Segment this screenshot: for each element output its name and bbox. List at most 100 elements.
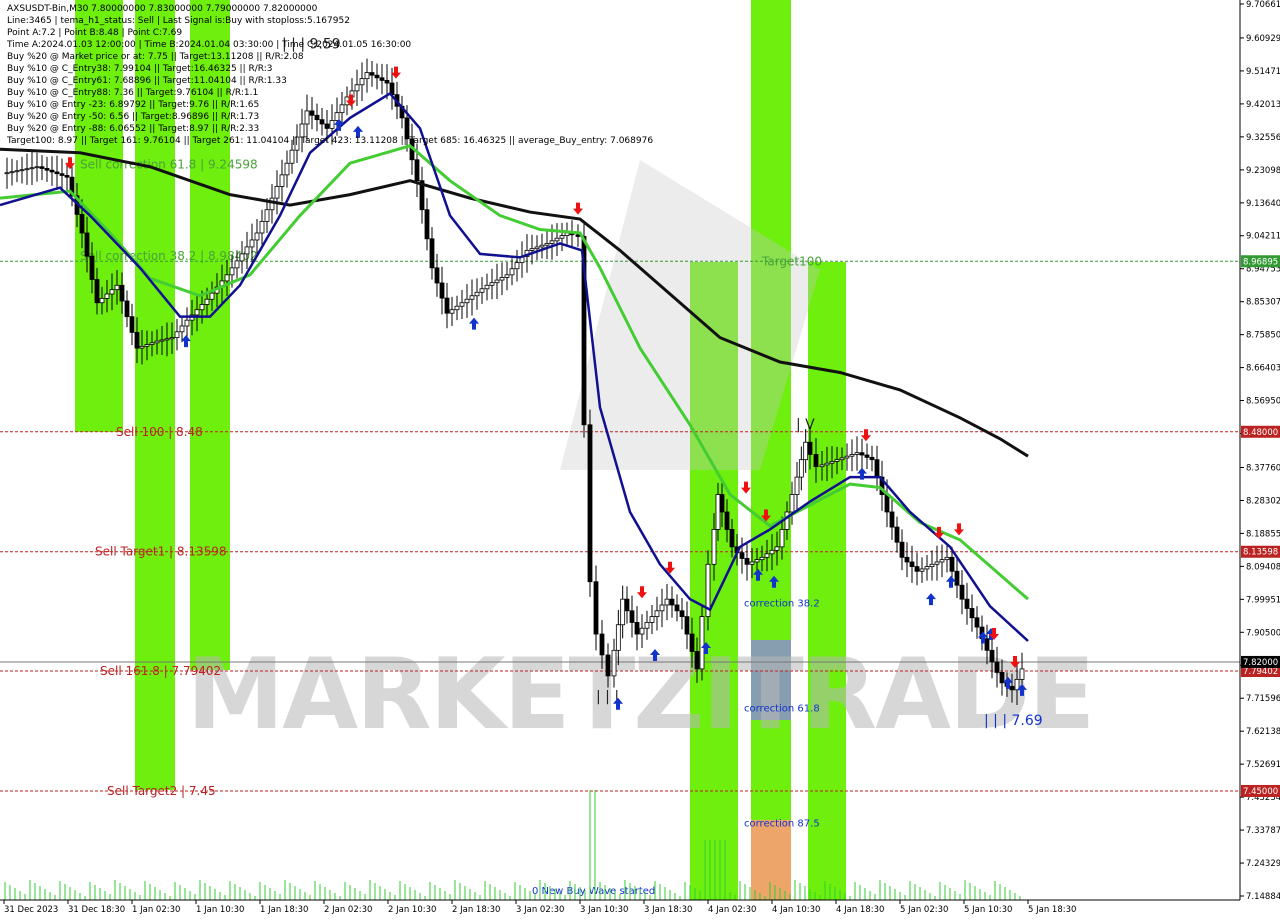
wave-label: | | | 7.69 <box>984 713 1043 729</box>
candle-body <box>439 282 445 299</box>
time-tick-label: 3 Jan 18:30 <box>644 905 692 915</box>
candle-body <box>174 331 180 339</box>
candle-body <box>489 282 495 286</box>
candle-body <box>319 119 325 125</box>
candle-body <box>839 457 845 461</box>
price-tick-label: 7.62138 <box>1246 727 1280 737</box>
candle-body <box>807 441 813 455</box>
level-label: Sell Target2 | 7.45 <box>107 784 216 798</box>
time-tick-label: 4 Jan 10:30 <box>772 905 820 915</box>
level-label: Target100 <box>761 254 822 268</box>
candle-body <box>634 622 640 635</box>
level-badge-label: 8.13598 <box>1243 548 1278 558</box>
candle-body <box>829 461 835 464</box>
candle-body <box>14 170 20 173</box>
level-label: Sell correction 38.2 | 8.98402 <box>80 249 258 263</box>
candle-body <box>259 220 265 234</box>
price-tick-label: 7.71596 <box>1246 694 1280 704</box>
candle-body <box>974 617 980 628</box>
candle-body <box>329 120 335 129</box>
watermark-text: MARKETZITRADE <box>187 638 1094 752</box>
candle-body <box>819 464 825 468</box>
price-tick-label: 9.04211 <box>1246 232 1280 242</box>
candle-body <box>444 297 450 314</box>
price-tick-label: 9.23098 <box>1246 166 1280 176</box>
candle-body <box>689 633 695 652</box>
info-line: Buy %10 @ C_Entry61: 7.68896 || Target:1… <box>7 76 287 86</box>
price-tick-label: 7.24329 <box>1246 859 1280 869</box>
candle-body <box>274 186 280 199</box>
time-tick-label: 31 Dec 18:30 <box>68 905 125 915</box>
candle-body <box>134 331 140 349</box>
candle-body <box>484 284 490 290</box>
candle-body <box>854 452 860 455</box>
candle-body <box>587 424 593 583</box>
signal-zone <box>808 262 846 900</box>
candle-body <box>54 171 60 175</box>
candle-body <box>59 173 65 176</box>
candle-body <box>1009 685 1015 691</box>
candle-body <box>784 511 790 530</box>
candle-body <box>664 598 670 606</box>
candle-body <box>474 291 480 297</box>
price-tick-label: 8.37760 <box>1246 463 1280 473</box>
candle-body <box>615 624 621 651</box>
candle-body <box>334 112 340 121</box>
candle-body <box>934 561 940 565</box>
candle-body <box>119 284 125 302</box>
candle-body <box>539 244 545 248</box>
candle-body <box>424 209 430 240</box>
candle-body <box>844 455 850 459</box>
chart-window[interactable]: MARKETZITRADE Sell correction 61.8 | 9.24… <box>0 0 1280 920</box>
candle-body <box>499 277 505 281</box>
info-line: Buy %20 @ Market price or at: 7.75 || Ta… <box>7 52 304 62</box>
candle-body <box>599 633 605 656</box>
price-tick-label: 7.99951 <box>1246 595 1280 605</box>
candle-body <box>909 561 915 568</box>
candle-body <box>624 598 630 612</box>
candle-body <box>289 149 295 164</box>
candle-body <box>4 172 10 175</box>
candle-body <box>699 616 705 670</box>
candle-body <box>894 526 900 543</box>
candle-body <box>494 279 500 284</box>
level-badge-label: 7.79402 <box>1243 667 1278 677</box>
candle-body <box>364 72 370 80</box>
candle-body <box>104 293 110 299</box>
info-line: Buy %20 @ Entry -88: 6.06552 || Target:8… <box>7 124 260 134</box>
candle-body <box>864 454 870 458</box>
candle-body <box>164 338 170 341</box>
price-tick-label: 8.18855 <box>1246 529 1280 539</box>
candle-body <box>514 262 520 270</box>
candle-body <box>719 494 725 513</box>
candle-body <box>479 288 485 293</box>
candle-body <box>874 459 880 478</box>
candle-body <box>34 166 40 169</box>
candle-body <box>959 584 965 600</box>
candle-body <box>314 114 320 121</box>
candle-body <box>834 459 840 462</box>
info-line: AXSUSDT-Bin,M30 7.80000000 7.83000000 7.… <box>7 4 318 14</box>
candle-body <box>384 80 390 84</box>
candle-body <box>779 529 785 548</box>
price-tick-label: 8.75850 <box>1246 331 1280 341</box>
candle-body <box>89 255 95 280</box>
candle-body <box>724 511 730 530</box>
candle-body <box>715 494 721 530</box>
candle-body <box>679 610 685 618</box>
candle-body <box>309 110 315 116</box>
candle-body <box>159 339 165 342</box>
candle-body <box>575 234 581 237</box>
candle-body <box>559 235 565 239</box>
price-tick-label: 8.28302 <box>1246 496 1280 506</box>
candle-body <box>649 616 655 623</box>
candle-body <box>279 174 285 187</box>
candle-body <box>944 556 950 561</box>
price-tick-label: 9.32556 <box>1246 133 1280 143</box>
candle-body <box>284 162 290 176</box>
candle-body <box>49 169 55 173</box>
candle-body <box>154 340 160 344</box>
level-badge-label: 8.96895 <box>1243 257 1278 267</box>
candle-body <box>824 462 830 466</box>
price-tick-label: 7.90500 <box>1246 628 1280 638</box>
